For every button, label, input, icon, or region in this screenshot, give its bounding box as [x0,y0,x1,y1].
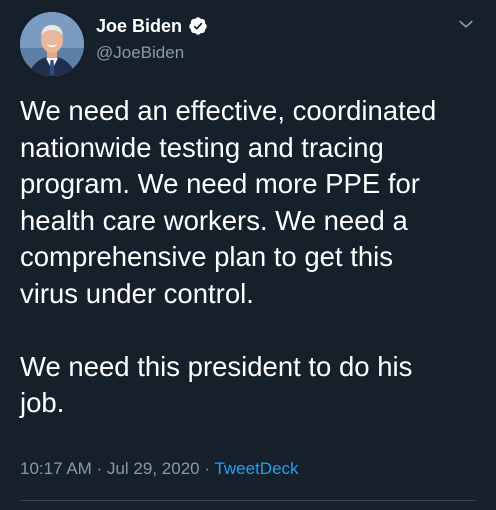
chevron-down-icon[interactable] [456,14,476,34]
tweet-meta: 10:17 AM · Jul 29, 2020 · TweetDeck [20,457,299,481]
avatar[interactable] [20,12,84,76]
tweet-time[interactable]: 10:17 AM [20,459,92,478]
tweet-text: We need an effective, coordinated nation… [20,95,437,418]
tweet: Joe Biden @JoeBiden We need an effective… [0,0,496,510]
author-handle[interactable]: @JoeBiden [96,42,184,64]
meta-separator: · [96,459,103,478]
tweet-date[interactable]: Jul 29, 2020 [107,459,200,478]
meta-separator: · [204,459,211,478]
verified-badge-icon [189,17,207,35]
author-name-row[interactable]: Joe Biden [96,14,208,38]
author-name[interactable]: Joe Biden [96,14,182,38]
tweet-source-link[interactable]: TweetDeck [214,459,298,478]
divider [20,500,476,501]
avatar-image [20,12,84,76]
